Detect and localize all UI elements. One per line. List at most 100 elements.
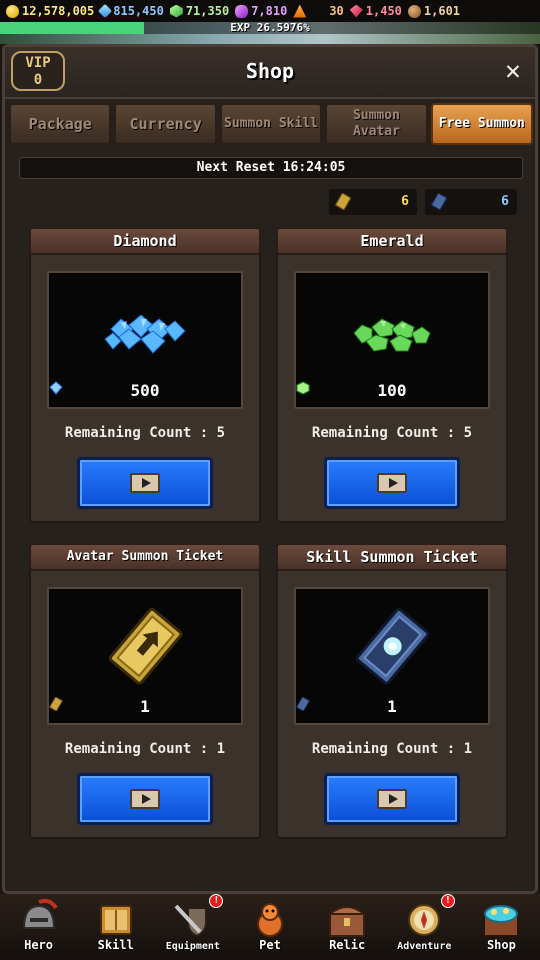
tab-free-summon[interactable]: Free Summon	[430, 103, 534, 145]
orange-value: 30	[329, 4, 344, 18]
nav-shop[interactable]: Shop	[463, 894, 540, 960]
coin2-counter: 1,601	[407, 4, 461, 18]
notification-badge: !	[440, 894, 455, 908]
purple-counter: 7,810	[235, 4, 287, 18]
skill-ticket-amount-value: 1	[387, 697, 397, 716]
play-icon	[130, 473, 160, 493]
close-button[interactable]: ✕	[499, 57, 527, 85]
watch-ad-button[interactable]	[77, 773, 213, 825]
emerald-value: 71,350	[185, 4, 230, 18]
purple-value: 7,810	[251, 4, 288, 18]
tab-summon-skill[interactable]: Summon Skill	[219, 103, 323, 145]
dragon-icon	[256, 903, 283, 937]
nav-adventure[interactable]: ! Adventure	[386, 894, 463, 960]
card-title: Avatar Summon Ticket	[29, 543, 261, 571]
nav-label: Relic	[329, 938, 366, 952]
emerald-amount: 100	[296, 381, 488, 400]
skill-ticket-image: 1	[294, 587, 490, 725]
nav-label: Equipment	[165, 941, 220, 952]
tab-summon-avatar[interactable]: Summon Avatar	[325, 103, 428, 145]
diamond-card: Diamond 500 Remaining Count: 5	[29, 227, 261, 523]
notification-badge: !	[209, 894, 224, 908]
avatar-ticket-icon	[335, 193, 352, 211]
avatar-ticket-image: 1	[47, 587, 243, 725]
avatar-ticket-card: Avatar Summon Ticket 1 Remaining Count :…	[29, 543, 261, 839]
remaining-count: Remaining Count : 5	[64, 425, 226, 441]
nav-label: Skill	[97, 938, 134, 952]
remaining-count: Remaining Count : 1	[64, 741, 226, 757]
avatar-ticket-amount: 1	[49, 697, 241, 716]
shop-tabs: Package Currency Summon Skill Summon Ava…	[9, 103, 534, 147]
resource-bar: 12,578,005 815,450 71,350 7,810 30 1,450…	[0, 0, 540, 22]
emerald-counter: 71,350	[169, 4, 230, 18]
ruby-value: 1,450	[365, 4, 402, 18]
book-icon	[99, 905, 132, 935]
shop-panel: VIP 0 Shop ✕ Package Currency Summon Ski…	[2, 44, 538, 894]
nav-relic[interactable]: Relic	[309, 894, 386, 960]
card-title: Diamond	[29, 227, 261, 255]
diamond-counter: 815,450	[98, 3, 164, 19]
play-icon	[130, 789, 160, 809]
nav-label: Shop	[486, 938, 516, 952]
page-title: Shop	[245, 59, 295, 83]
diamond-image: 500	[47, 271, 243, 409]
ruby-counter: 1,450	[349, 4, 402, 18]
diamond-icon	[98, 3, 113, 19]
avatar-ticket-amount-value: 1	[140, 697, 150, 716]
skill-ticket-icon	[431, 193, 448, 211]
helmet-icon	[22, 898, 58, 929]
nav-label: Hero	[24, 938, 54, 952]
bottom-nav: Hero Skill ! Equipment Pet Relic ! Adven…	[0, 894, 540, 960]
skill-ticket-small-icon	[296, 697, 310, 711]
diamond-value: 815,450	[113, 4, 164, 18]
emerald-icon	[169, 4, 183, 18]
remaining-count: Remaining Count : 1	[311, 741, 473, 757]
nav-skill[interactable]: Skill	[77, 894, 154, 960]
card-title: Emerald	[276, 227, 508, 255]
compass-icon	[408, 904, 441, 936]
chest-icon	[327, 906, 367, 937]
ruby-icon	[349, 4, 363, 18]
nav-pet[interactable]: Pet	[231, 894, 308, 960]
skill-ticket-card: Skill Summon Ticket 1 Remaining Count : …	[276, 543, 508, 839]
tab-currency[interactable]: Currency	[114, 103, 217, 145]
skill-ticket-count: 6	[501, 194, 509, 209]
remaining-count: Remaining Count : 5	[311, 425, 473, 441]
avatar-ticket-count: 6	[401, 194, 409, 209]
nav-label: Pet	[259, 938, 281, 952]
orange-shard-icon	[293, 4, 307, 18]
orange-counter: 30	[293, 4, 344, 18]
watch-ad-button[interactable]	[324, 457, 460, 509]
shop-header: VIP 0 Shop ✕	[5, 47, 535, 99]
tab-package[interactable]: Package	[9, 103, 112, 145]
card-title: Skill Summon Ticket	[276, 543, 508, 571]
watch-ad-button[interactable]	[77, 457, 213, 509]
emerald-image: 100	[294, 271, 490, 409]
exp-label: EXP 26.5976%	[230, 21, 310, 34]
next-reset-timer: Next Reset 16:24:05	[19, 157, 523, 179]
nav-hero[interactable]: Hero	[0, 894, 77, 960]
play-icon	[377, 789, 407, 809]
skill-ticket-counter: 6	[425, 189, 517, 215]
emerald-amount-value: 100	[377, 381, 407, 400]
sword-shield-icon	[174, 904, 207, 938]
diamond-amount-value: 500	[130, 381, 160, 400]
gold-coin-icon	[6, 4, 19, 18]
avatar-ticket-counter: 6	[329, 189, 417, 215]
nav-equipment[interactable]: ! Equipment	[154, 894, 231, 960]
emerald-card: Emerald 100 Remaining Count: 5	[276, 227, 508, 523]
diamond-small-icon	[49, 381, 63, 395]
nav-label: Adventure	[397, 941, 452, 952]
treasure-icon	[483, 905, 520, 937]
play-icon	[377, 473, 407, 493]
emerald-small-icon	[296, 381, 310, 395]
coin2-value: 1,601	[423, 4, 461, 18]
purple-gem-icon	[235, 4, 249, 18]
gold-value: 12,578,005	[22, 4, 95, 18]
bronze-coin-icon	[407, 4, 421, 18]
avatar-ticket-small-icon	[49, 697, 63, 711]
watch-ad-button[interactable]	[324, 773, 460, 825]
diamond-amount: 500	[49, 381, 241, 400]
skill-ticket-amount: 1	[296, 697, 488, 716]
gold-counter: 12,578,005	[6, 4, 94, 18]
